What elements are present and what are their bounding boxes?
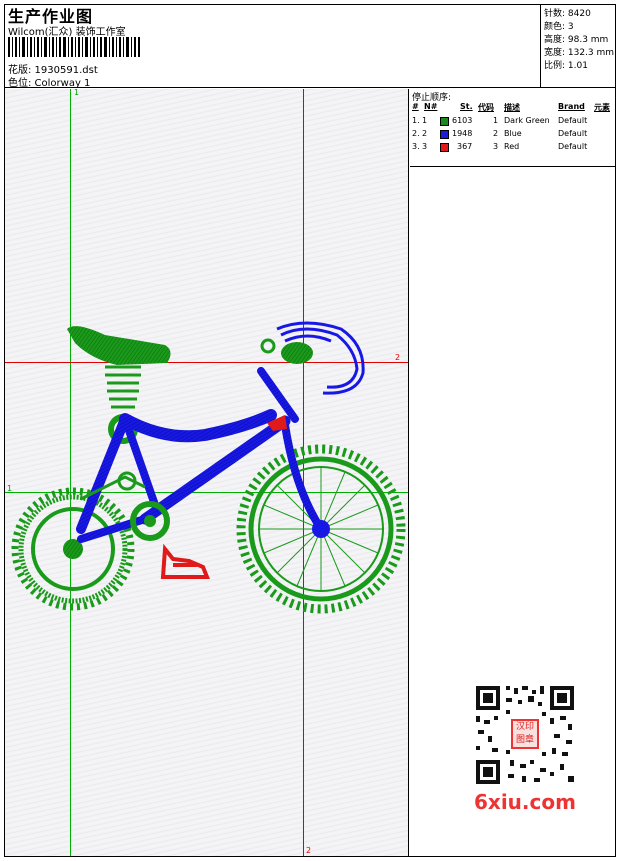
design-height: 高度: 98.3 mm <box>544 35 609 45</box>
bicycle-embroidery <box>11 321 406 614</box>
stats-panel: 针数: 8420 颜色: 3 高度: 98.3 mm 宽度: 132.3 mm … <box>540 4 616 88</box>
qr-stamp: 汉印图章 <box>515 722 534 745</box>
design-width: 宽度: 132.3 mm <box>544 48 615 58</box>
watermark-text: 6xiu.com <box>474 790 576 814</box>
col-header-num: # <box>412 102 419 111</box>
col-header-brand: Brand <box>558 102 585 111</box>
bell-icon <box>260 338 276 354</box>
seat-spring <box>105 365 141 409</box>
pedal <box>160 543 210 579</box>
stitch-count: 针数: 8420 <box>544 9 591 19</box>
color-swatch <box>440 117 449 126</box>
table-row[interactable]: 1. 1 6103 1 Dark Green Default <box>410 116 616 128</box>
table-row[interactable]: 3. 3 367 3 Red Default <box>410 142 616 154</box>
col-header-st: St. <box>460 102 473 111</box>
color-count: 颜色: 3 <box>544 22 574 32</box>
colorway-name: 色位: Colorway 1 <box>8 78 91 89</box>
company-name: Wilcom(汇众) 装饰工作室 <box>8 27 126 38</box>
col-header-code: 代码 <box>478 103 494 112</box>
color-swatch <box>440 143 449 152</box>
table-divider <box>410 166 616 167</box>
col-header-desc: 描述 <box>504 103 520 112</box>
table-row[interactable]: 2. 2 1948 2 Blue Default <box>410 129 616 141</box>
barcode-icon <box>8 37 140 57</box>
bicycle-seat <box>67 326 171 365</box>
col-header-elem: 元素 <box>594 103 610 112</box>
rear-wheel <box>11 487 135 611</box>
design-scale: 比例: 1.01 <box>544 61 588 71</box>
handlebar-grip <box>281 342 313 364</box>
design-canvas[interactable]: 1 1 2 2 <box>5 89 409 856</box>
color-swatch <box>440 130 449 139</box>
col-header-n: N# <box>424 102 438 111</box>
